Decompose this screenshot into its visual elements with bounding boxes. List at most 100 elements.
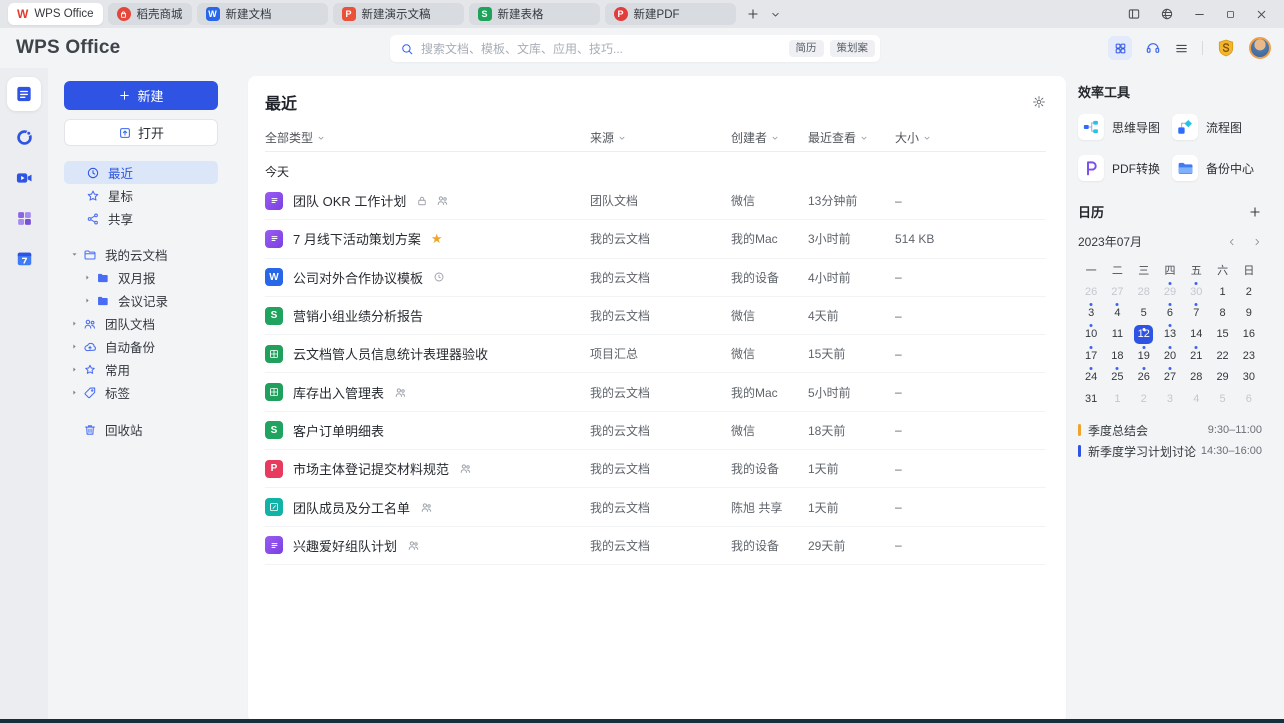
calendar-day-3[interactable]: 3 (1078, 302, 1104, 323)
calendar-day-3[interactable]: 3 (1157, 388, 1183, 409)
avatar[interactable] (1249, 37, 1271, 59)
calendar-day-16[interactable]: 16 (1236, 324, 1262, 345)
tab-list-dropdown-icon[interactable] (770, 9, 781, 20)
calendar-day-2[interactable]: 2 (1131, 388, 1157, 409)
rail-item-apps[interactable] (15, 209, 34, 228)
file-row[interactable]: 库存出入管理表 我的云文档 我的Mac 5小时前 – (265, 373, 1046, 412)
calendar-day-7[interactable]: 7 (1183, 302, 1209, 323)
caret-right-icon[interactable] (68, 388, 81, 397)
calendar-day-10[interactable]: 10 (1078, 324, 1104, 345)
file-row[interactable]: 兴趣爱好组队计划 我的云文档 我的设备 29天前 – (265, 527, 1046, 565)
search-input[interactable] (421, 41, 789, 56)
calendar-day-6[interactable]: 6 (1157, 302, 1183, 323)
rail-item-meeting[interactable] (14, 168, 34, 188)
tab-4[interactable]: S 新建表格 (468, 3, 600, 25)
filter-4[interactable]: 大小 (895, 129, 1046, 146)
calendar-day-30[interactable]: 30 (1236, 367, 1262, 388)
calendar-day-1[interactable]: 1 (1104, 388, 1130, 409)
caret-down-icon[interactable] (68, 250, 81, 259)
tab-5[interactable]: P 新建PDF (604, 3, 736, 25)
calendar-day-6[interactable]: 6 (1236, 388, 1262, 409)
tree-item-6[interactable]: 标签 (64, 381, 218, 404)
calendar-day-31[interactable]: 31 (1078, 388, 1104, 409)
calendar-day-26[interactable]: 26 (1131, 367, 1157, 388)
calendar-event[interactable]: 新季度学习计划讨论 14:30–16:00 (1078, 441, 1262, 461)
close-icon[interactable] (1255, 8, 1268, 21)
new-document-button[interactable]: 新建 (64, 81, 218, 110)
apps-grid-icon[interactable] (1108, 36, 1132, 60)
filter-0[interactable]: 全部类型 (265, 129, 590, 146)
calendar-day-28[interactable]: 28 (1183, 367, 1209, 388)
calendar-day-24[interactable]: 24 (1078, 367, 1104, 388)
open-file-button[interactable]: 打开 (64, 119, 218, 146)
calendar-day-30[interactable]: 30 (1183, 281, 1209, 302)
calendar-day-26[interactable]: 26 (1078, 281, 1104, 302)
calendar-day-20[interactable]: 20 (1157, 345, 1183, 366)
calendar-day-4[interactable]: 4 (1104, 302, 1130, 323)
rail-item-calendar[interactable] (15, 249, 34, 268)
menu-icon[interactable] (1174, 41, 1189, 56)
tree-item-1[interactable]: 双月报 (77, 266, 218, 289)
file-row[interactable]: S 营销小组业绩分析报告 我的云文档 微信 4天前 – (265, 297, 1046, 336)
file-row[interactable]: 云文档管人员信息统计表理器验收 项目汇总 微信 15天前 – (265, 335, 1046, 374)
calendar-day-29[interactable]: 29 (1209, 367, 1235, 388)
caret-right-icon[interactable] (68, 342, 81, 351)
caret-right-icon[interactable] (81, 296, 94, 305)
add-event-icon[interactable] (1248, 205, 1262, 219)
tool-1[interactable]: 流程图 (1172, 114, 1262, 140)
headset-icon[interactable] (1145, 40, 1161, 56)
tab-1[interactable]: 稻壳商城 (107, 3, 192, 25)
tool-0[interactable]: 思维导图 (1078, 114, 1172, 140)
calendar-day-23[interactable]: 23 (1236, 345, 1262, 366)
new-tab-button[interactable] (746, 7, 760, 21)
tool-3[interactable]: 备份中心 (1172, 155, 1262, 181)
calendar-day-1[interactable]: 1 (1209, 281, 1235, 302)
calendar-day-21[interactable]: 21 (1183, 345, 1209, 366)
calendar-day-5[interactable]: 5 (1131, 302, 1157, 323)
sidebar-item-trash[interactable]: 回收站 (64, 418, 218, 441)
tool-2[interactable]: PDF转换 (1078, 155, 1172, 181)
caret-right-icon[interactable] (68, 365, 81, 374)
file-row[interactable]: 7 月线下活动策划方案 ★ 我的云文档 我的Mac 3小时前 514 KB (265, 220, 1046, 259)
tree-item-4[interactable]: 自动备份 (64, 335, 218, 358)
calendar-day-27[interactable]: 27 (1157, 367, 1183, 388)
prev-month-icon[interactable] (1227, 237, 1237, 247)
calendar-day-22[interactable]: 22 (1209, 345, 1235, 366)
next-month-icon[interactable] (1252, 237, 1262, 247)
sidebar-item-1[interactable]: 星标 (64, 184, 218, 207)
tree-item-2[interactable]: 会议记录 (77, 289, 218, 312)
calendar-day-11[interactable]: 11 (1104, 324, 1130, 345)
filter-1[interactable]: 来源 (590, 129, 731, 146)
calendar-day-18[interactable]: 18 (1104, 345, 1130, 366)
file-row[interactable]: 团队 OKR 工作计划 团队文档 微信 13分钟前 – (265, 182, 1046, 221)
file-row[interactable]: P 市场主体登记提交材料规范 我的云文档 我的设备 1天前 – (265, 450, 1046, 489)
maximize-icon[interactable] (1225, 9, 1236, 20)
tab-0[interactable]: W WPS Office (8, 3, 103, 25)
tree-item-0[interactable]: 我的云文档 (64, 243, 218, 266)
caret-right-icon[interactable] (68, 319, 81, 328)
calendar-day-25[interactable]: 25 (1104, 367, 1130, 388)
tab-2[interactable]: W 新建文档 (196, 3, 328, 25)
rail-item-messages[interactable] (15, 128, 34, 147)
tree-item-3[interactable]: 团队文档 (64, 312, 218, 335)
calendar-day-8[interactable]: 8 (1209, 302, 1235, 323)
calendar-day-4[interactable]: 4 (1183, 388, 1209, 409)
search-tag[interactable]: 简历 (788, 40, 824, 57)
calendar-day-17[interactable]: 17 (1078, 345, 1104, 366)
calendar-day-29[interactable]: 29 (1157, 281, 1183, 302)
calendar-day-27[interactable]: 27 (1104, 281, 1130, 302)
filter-2[interactable]: 创建者 (731, 129, 808, 146)
search-bar[interactable]: 简历策划案 (390, 35, 880, 62)
calendar-day-9[interactable]: 9 (1236, 302, 1262, 323)
vip-badge-icon[interactable] (1216, 38, 1236, 58)
settings-gear-icon[interactable] (1032, 95, 1046, 109)
calendar-event[interactable]: 季度总结会 9:30–11:00 (1078, 420, 1262, 440)
file-row[interactable]: W 公司对外合作协议模板 我的云文档 我的设备 4小时前 – (265, 259, 1046, 297)
calendar-day-28[interactable]: 28 (1131, 281, 1157, 302)
calendar-day-14[interactable]: 14 (1183, 324, 1209, 345)
filter-3[interactable]: 最近查看 (808, 129, 895, 146)
tree-item-5[interactable]: 常用 (64, 358, 218, 381)
calendar-day-13[interactable]: 13 (1157, 324, 1183, 345)
theme-icon[interactable] (1160, 7, 1174, 21)
tab-3[interactable]: P 新建演示文稿 (332, 3, 464, 25)
